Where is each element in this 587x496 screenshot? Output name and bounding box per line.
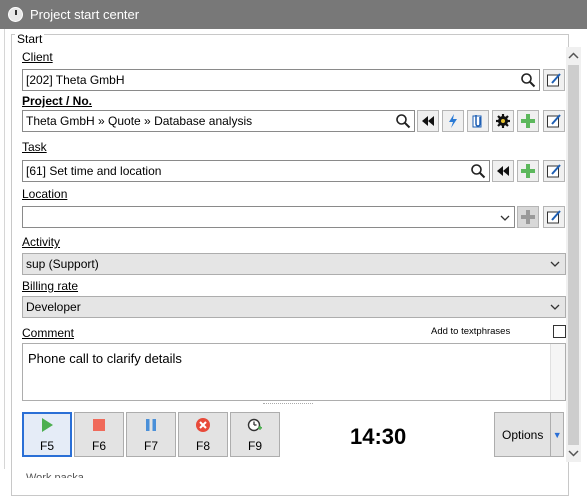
project-label-text: Project / No.: [22, 94, 93, 108]
previous-task-button[interactable]: [492, 160, 514, 182]
task-field[interactable]: [61] Set time and location: [22, 160, 490, 182]
add-project-button[interactable]: [517, 110, 539, 132]
options-dropdown-icon[interactable]: ▼: [551, 430, 563, 440]
f6-label: F6: [91, 438, 106, 453]
f9-label: F9: [247, 438, 262, 453]
stop-icon: [93, 418, 105, 431]
task-value: [61] Set time and location: [26, 164, 162, 178]
comment-scrollbar[interactable]: [550, 344, 565, 400]
edit-icon: [547, 73, 561, 87]
main-scrollbar[interactable]: [566, 47, 581, 462]
activity-select[interactable]: sup (Support): [22, 253, 566, 275]
search-icon[interactable]: [520, 72, 536, 88]
clock-icon: [8, 7, 23, 22]
resize-grip[interactable]: [263, 403, 313, 406]
add-textphrase-checkbox[interactable]: [553, 325, 566, 338]
edit-client-button[interactable]: [543, 69, 565, 91]
cancel-icon: [196, 417, 210, 432]
search-icon[interactable]: [470, 163, 486, 179]
plus-disabled-icon: [521, 210, 535, 224]
pause-icon: [146, 418, 156, 431]
rewind-icon: [422, 116, 434, 126]
f8-label: F8: [195, 438, 210, 453]
play-icon: [42, 417, 53, 432]
project-settings-button[interactable]: [492, 110, 514, 132]
billing-rate-value: Developer: [26, 300, 81, 314]
scroll-up-icon[interactable]: [568, 51, 579, 61]
quick-project-button[interactable]: [442, 110, 464, 132]
project-value: Theta GmbH » Quote » Database analysis: [26, 114, 253, 128]
edit-task-button[interactable]: [543, 160, 565, 182]
task-label: Task: [22, 140, 47, 154]
cancel-button[interactable]: F8: [178, 412, 228, 457]
f7-label: F7: [143, 438, 158, 453]
billing-rate-label: Billing rate: [22, 279, 78, 293]
options-label: Options: [502, 427, 544, 442]
timer-add-icon: [247, 418, 262, 431]
edit-icon: [547, 164, 561, 178]
project-documents-button[interactable]: [467, 110, 489, 132]
comment-label: Comment: [22, 326, 74, 340]
chevron-down-icon: [500, 215, 510, 221]
billing-rate-select[interactable]: Developer: [22, 296, 566, 318]
comment-label-text: Comment: [22, 326, 75, 340]
task-label-text: Task: [22, 140, 47, 154]
project-label: Project / No.: [22, 94, 92, 108]
pause-button[interactable]: F7: [126, 412, 176, 457]
plus-icon: [521, 164, 535, 178]
activity-label: Activity: [22, 235, 60, 249]
client-label-text: Client: [22, 50, 53, 64]
f5-label: F5: [39, 438, 54, 453]
edit-project-button[interactable]: [543, 110, 565, 132]
gear-icon: [496, 114, 510, 128]
add-textphrase-label: Add to textphrases: [431, 326, 511, 337]
project-field[interactable]: Theta GmbH » Quote » Database analysis: [22, 110, 415, 132]
lightning-icon: [449, 114, 457, 128]
start-button[interactable]: F5: [22, 412, 72, 457]
comment-value: Phone call to clarify details: [28, 351, 182, 366]
start-group-legend: Start: [15, 32, 45, 46]
window-title: Project start center: [30, 7, 140, 22]
edit-icon: [547, 210, 561, 224]
chevron-down-icon: [550, 261, 560, 267]
edit-icon: [547, 114, 561, 128]
add-task-button[interactable]: [517, 160, 539, 182]
title-bar: Project start center: [0, 0, 587, 29]
paperclip-icon: [472, 115, 482, 128]
add-location-button[interactable]: [517, 206, 539, 228]
client-field[interactable]: [202] Theta GmbH: [22, 69, 540, 91]
footer-text: Work packa...: [26, 472, 94, 478]
client-value: [202] Theta GmbH: [26, 73, 125, 87]
chevron-down-icon: [550, 304, 560, 310]
activity-value: sup (Support): [26, 257, 99, 271]
timer-display: 14:30: [350, 424, 407, 449]
stop-button[interactable]: F6: [74, 412, 124, 457]
scrollbar-thumb[interactable]: [568, 65, 579, 445]
options-button[interactable]: Options ▼: [494, 412, 564, 457]
client-label: Client: [22, 50, 53, 64]
rewind-icon: [497, 166, 509, 176]
plus-icon: [521, 114, 535, 128]
billing-rate-label-text: Billing rate: [22, 279, 79, 293]
main-panel: Start Client [202] Theta GmbH Project / …: [4, 29, 587, 496]
activity-label-text: Activity: [22, 235, 61, 249]
new-timer-button[interactable]: F9: [230, 412, 280, 457]
location-label: Location: [22, 187, 67, 201]
scroll-down-icon[interactable]: [568, 448, 579, 458]
previous-project-button[interactable]: [417, 110, 439, 132]
edit-location-button[interactable]: [543, 206, 565, 228]
search-icon[interactable]: [395, 113, 411, 129]
location-select[interactable]: [22, 206, 515, 228]
location-label-text: Location: [22, 187, 68, 201]
comment-textarea[interactable]: Phone call to clarify details: [22, 343, 566, 401]
